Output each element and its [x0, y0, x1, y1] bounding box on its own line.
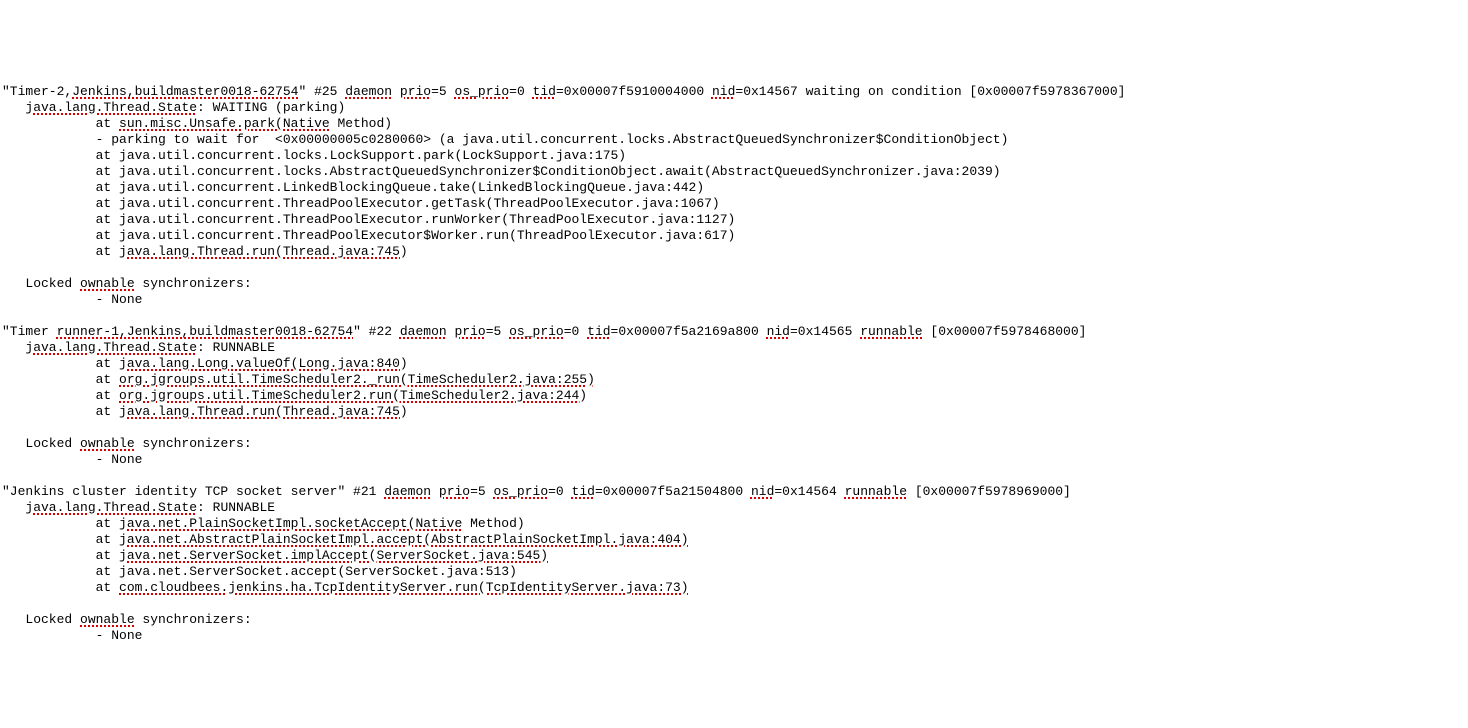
- stack-frame: at java.util.concurrent.ThreadPoolExecut…: [2, 212, 1466, 228]
- spellcheck-underline: runnable: [860, 324, 922, 339]
- spellcheck-underline: java.lang.Thread.State: [25, 500, 197, 515]
- stack-frame: at java.net.ServerSocket.accept(ServerSo…: [2, 564, 1466, 580]
- spellcheck-underline: runner-1,Jenkins,buildmaster0018-62754: [57, 324, 353, 339]
- thread-state: java.lang.Thread.State: RUNNABLE: [2, 340, 1466, 356]
- locked-sync-item: - None: [2, 628, 1466, 644]
- spellcheck-underline: os_prio: [509, 324, 564, 339]
- spellcheck-underline: java.lang.Thread.State: [25, 340, 197, 355]
- locked-sync-header: Locked ownable synchronizers:: [2, 276, 1466, 292]
- spellcheck-underline: ownable: [80, 612, 135, 627]
- thread-state: java.lang.Thread.State: RUNNABLE: [2, 500, 1466, 516]
- stack-frame: at java.lang.Thread.run(Thread.java:745): [2, 404, 1466, 420]
- stack-frame: at java.net.ServerSocket.implAccept(Serv…: [2, 548, 1466, 564]
- spellcheck-underline: ownable: [80, 436, 135, 451]
- spellcheck-underline: os_prio: [494, 484, 549, 499]
- spellcheck-underline: java.net.PlainSocketImpl.socketAccept(Na…: [119, 516, 462, 531]
- thread-header: "Jenkins cluster identity TCP socket ser…: [2, 484, 1466, 500]
- spellcheck-underline: java.lang.Thread.State: [25, 100, 197, 115]
- locked-sync-header: Locked ownable synchronizers:: [2, 612, 1466, 628]
- spellcheck-underline: tid: [587, 324, 610, 339]
- spellcheck-underline: prio: [400, 84, 431, 99]
- spellcheck-underline: nid: [767, 324, 790, 339]
- spellcheck-underline: org.jgroups.util.TimeScheduler2._run(Tim…: [119, 372, 595, 387]
- spellcheck-underline: java.net.AbstractPlainSocketImpl.accept(…: [119, 532, 689, 547]
- stack-frame: at sun.misc.Unsafe.park(Native Method): [2, 116, 1466, 132]
- spellcheck-underline: daemon: [384, 484, 431, 499]
- locked-sync-header: Locked ownable synchronizers:: [2, 436, 1466, 452]
- spellcheck-underline: java.lang.Thread.run(Thread.java:745): [119, 244, 408, 259]
- spellcheck-underline: Jenkins,buildmaster0018-62754: [72, 84, 298, 99]
- stack-frame: at java.util.concurrent.ThreadPoolExecut…: [2, 196, 1466, 212]
- stack-frame: at org.jgroups.util.TimeScheduler2._run(…: [2, 372, 1466, 388]
- stack-frame: at java.util.concurrent.locks.AbstractQu…: [2, 164, 1466, 180]
- spellcheck-underline: tid: [572, 484, 595, 499]
- spellcheck-underline: java.net.ServerSocket.implAccept(ServerS…: [119, 548, 548, 563]
- stack-frame: - parking to wait for <0x00000005c028006…: [2, 132, 1466, 148]
- locked-sync-item: - None: [2, 292, 1466, 308]
- spellcheck-underline: daemon: [400, 324, 447, 339]
- thread-state: java.lang.Thread.State: WAITING (parking…: [2, 100, 1466, 116]
- spellcheck-underline: nid: [751, 484, 774, 499]
- stack-frame: at java.net.PlainSocketImpl.socketAccept…: [2, 516, 1466, 532]
- thread-header: "Timer runner-1,Jenkins,buildmaster0018-…: [2, 324, 1466, 340]
- spellcheck-underline: tid: [533, 84, 556, 99]
- spellcheck-underline: nid: [712, 84, 735, 99]
- spellcheck-underline: java.lang.Long.valueOf(Long.java:840): [119, 356, 408, 371]
- stack-frame: at org.jgroups.util.TimeScheduler2.run(T…: [2, 388, 1466, 404]
- spellcheck-underline: org.jgroups.util.TimeScheduler2.run(Time…: [119, 388, 587, 403]
- thread-header: "Timer-2,Jenkins,buildmaster0018-62754" …: [2, 84, 1466, 100]
- stack-frame: at java.lang.Long.valueOf(Long.java:840): [2, 356, 1466, 372]
- stack-frame: at java.lang.Thread.run(Thread.java:745): [2, 244, 1466, 260]
- spellcheck-underline: java.lang.Thread.run(Thread.java:745): [119, 404, 408, 419]
- locked-sync-item: - None: [2, 452, 1466, 468]
- spellcheck-underline: runnable: [845, 484, 907, 499]
- spellcheck-underline: daemon: [345, 84, 392, 99]
- spellcheck-underline: ownable: [80, 276, 135, 291]
- spellcheck-underline: os_prio: [455, 84, 510, 99]
- thread-dump: "Timer-2,Jenkins,buildmaster0018-62754" …: [0, 80, 1468, 648]
- stack-frame: at java.util.concurrent.LinkedBlockingQu…: [2, 180, 1466, 196]
- stack-frame: at com.cloudbees.jenkins.ha.TcpIdentityS…: [2, 580, 1466, 596]
- spellcheck-underline: sun.misc.Unsafe.park(Native: [119, 116, 330, 131]
- spellcheck-underline: com.cloudbees.jenkins.ha.TcpIdentityServ…: [119, 580, 689, 595]
- stack-frame: at java.util.concurrent.locks.LockSuppor…: [2, 148, 1466, 164]
- stack-frame: at java.util.concurrent.ThreadPoolExecut…: [2, 228, 1466, 244]
- spellcheck-underline: prio: [455, 324, 486, 339]
- stack-frame: at java.net.AbstractPlainSocketImpl.acce…: [2, 532, 1466, 548]
- spellcheck-underline: prio: [439, 484, 470, 499]
